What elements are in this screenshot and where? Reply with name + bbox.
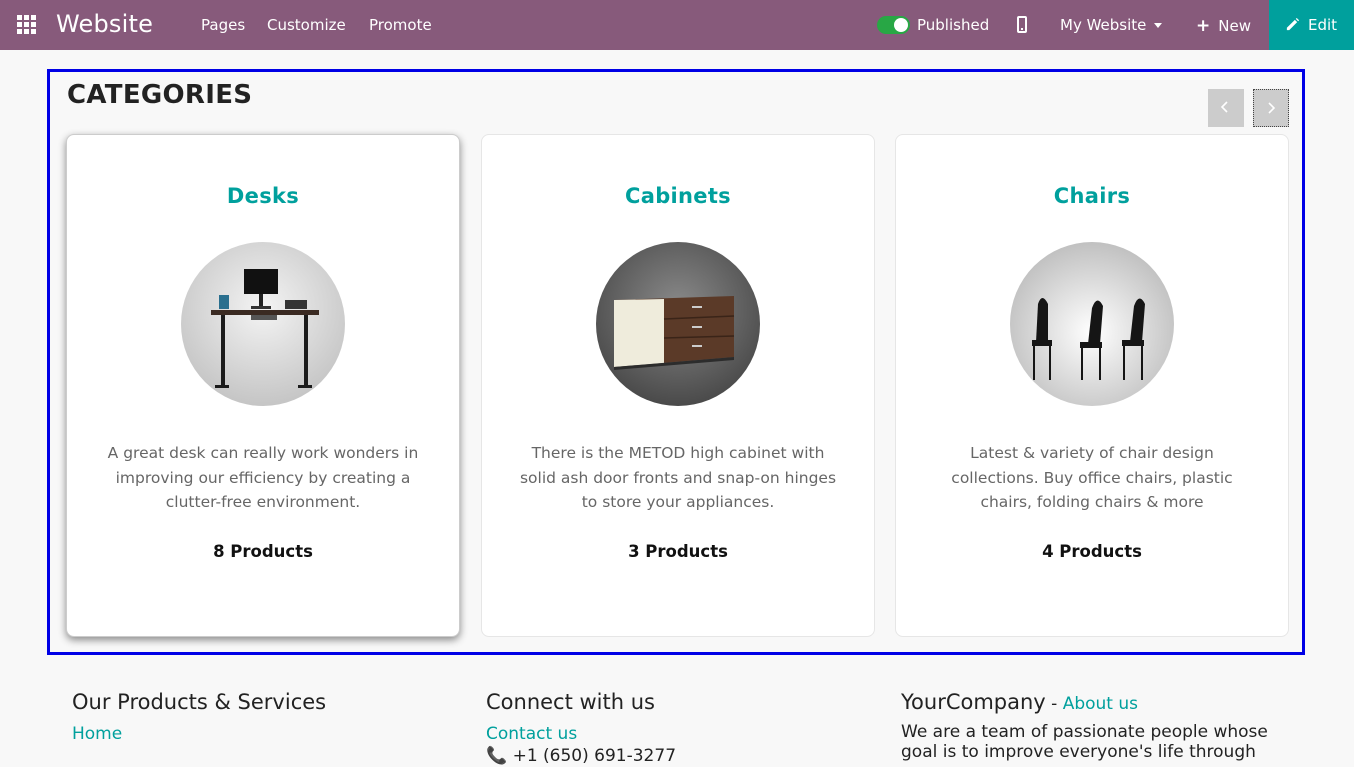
category-card-chairs[interactable]: Chairs Latest & variety of chair design … xyxy=(895,134,1289,637)
section-title: CATEGORIES xyxy=(67,80,253,110)
footer-about-text-2: goal is to improve everyone's life throu… xyxy=(901,742,1256,762)
chevron-right-icon xyxy=(1268,102,1276,114)
footer-heading: YourCompany xyxy=(901,690,1046,714)
footer-phone: 📞 +1 (650) 691-3277 xyxy=(486,746,676,766)
footer-about-text-1: We are a team of passionate people whose xyxy=(901,722,1268,742)
phone-icon: 📞 xyxy=(486,746,508,766)
pencil-icon xyxy=(1286,17,1300,31)
edit-button[interactable]: Edit xyxy=(1269,0,1354,50)
cabinet-image xyxy=(596,242,760,406)
category-card-desks[interactable]: Desks A great desk can really work wonde… xyxy=(66,134,460,637)
heading-separator: - xyxy=(1045,694,1063,714)
plus-icon: + xyxy=(1196,16,1211,36)
carousel-prev-button[interactable] xyxy=(1208,89,1244,127)
footer-products-column: Our Products & Services Home xyxy=(72,690,326,744)
toggle-knob xyxy=(894,18,908,32)
product-count: 4 Products xyxy=(1042,542,1142,561)
footer-link-about[interactable]: About us xyxy=(1063,694,1138,714)
product-count: 3 Products xyxy=(628,542,728,561)
website-selector[interactable]: My Website xyxy=(1060,16,1163,34)
card-description: A great desk can really work wonders in … xyxy=(107,444,419,511)
new-button-label: New xyxy=(1218,17,1251,35)
card-description: Latest & variety of chair design collect… xyxy=(951,444,1233,511)
published-toggle[interactable] xyxy=(877,16,910,34)
carousel-next-button[interactable] xyxy=(1253,89,1289,127)
footer-heading: Our Products & Services xyxy=(72,690,327,714)
card-description: There is the METOD high cabinet with sol… xyxy=(519,444,837,511)
chevron-down-icon xyxy=(1154,23,1163,28)
apps-grid-icon[interactable] xyxy=(17,15,37,35)
menu-pages[interactable]: Pages xyxy=(201,16,245,34)
website-selector-label: My Website xyxy=(1060,16,1147,34)
top-navbar: Website Pages Customize Promote Publishe… xyxy=(0,0,1354,50)
edit-button-label: Edit xyxy=(1308,16,1338,34)
product-count: 8 Products xyxy=(213,542,313,561)
footer-connect-column: Connect with us Contact us 📞 +1 (650) 69… xyxy=(486,690,676,766)
footer-heading: Connect with us xyxy=(486,690,655,714)
desk-image xyxy=(181,242,345,406)
published-label: Published xyxy=(917,16,990,34)
chevron-left-icon xyxy=(1220,101,1228,113)
category-card-cabinets[interactable]: Cabinets There is the METOD high cabinet… xyxy=(481,134,875,637)
mobile-preview-icon[interactable] xyxy=(1017,16,1027,33)
footer-link-contact[interactable]: Contact us xyxy=(486,724,676,744)
chairs-image xyxy=(1010,242,1174,406)
menu-customize[interactable]: Customize xyxy=(267,16,346,34)
categories-section: CATEGORIES Desks A great desk can really… xyxy=(47,69,1305,655)
app-title: Website xyxy=(56,10,154,38)
new-button[interactable]: + New xyxy=(1196,16,1251,36)
footer-company-column: YourCompany - About us We are a team of … xyxy=(901,690,1268,762)
card-title: Desks xyxy=(226,184,300,208)
phone-number: +1 (650) 691-3277 xyxy=(512,746,677,766)
footer-company-heading-row: YourCompany - About us xyxy=(901,690,1268,714)
menu-promote[interactable]: Promote xyxy=(369,16,432,34)
footer-link-home[interactable]: Home xyxy=(72,724,326,744)
card-title: Cabinets xyxy=(625,184,731,208)
card-title: Chairs xyxy=(1053,184,1131,208)
